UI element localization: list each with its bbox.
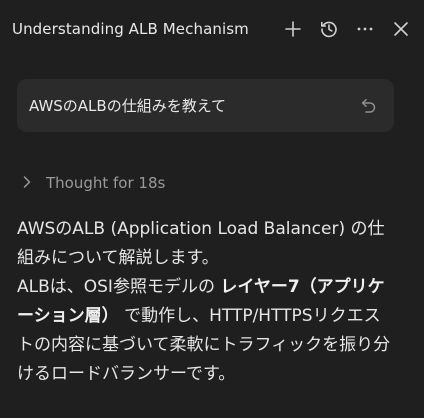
more-icon[interactable] bbox=[352, 16, 378, 42]
user-message-text: AWSのALBの仕組みを教えて bbox=[29, 97, 226, 115]
answer-paragraph-2: ALBは、OSI参照モデルの レイヤー7（アプリケーション層） で動作し、HTT… bbox=[17, 273, 395, 389]
user-message-bubble[interactable]: AWSのALBの仕組みを教えて bbox=[17, 79, 394, 132]
close-icon[interactable] bbox=[388, 16, 414, 42]
header-actions bbox=[280, 16, 414, 42]
plus-icon[interactable] bbox=[280, 16, 306, 42]
answer-paragraph-1: AWSのALB (Application Load Balancer) の仕組み… bbox=[17, 219, 385, 268]
history-icon[interactable] bbox=[316, 16, 342, 42]
thought-label: Thought for 18s bbox=[46, 174, 166, 192]
thought-toggle[interactable]: Thought for 18s bbox=[22, 170, 165, 196]
undo-icon[interactable] bbox=[356, 94, 380, 118]
assistant-answer: AWSのALB (Application Load Balancer) の仕組み… bbox=[17, 215, 395, 389]
conversation-title: Understanding ALB Mechanism bbox=[12, 20, 249, 38]
answer-text: ALBは、OSI参照モデルの bbox=[17, 277, 221, 297]
chevron-right-icon bbox=[22, 174, 32, 193]
chat-header: Understanding ALB Mechanism bbox=[0, 0, 424, 58]
